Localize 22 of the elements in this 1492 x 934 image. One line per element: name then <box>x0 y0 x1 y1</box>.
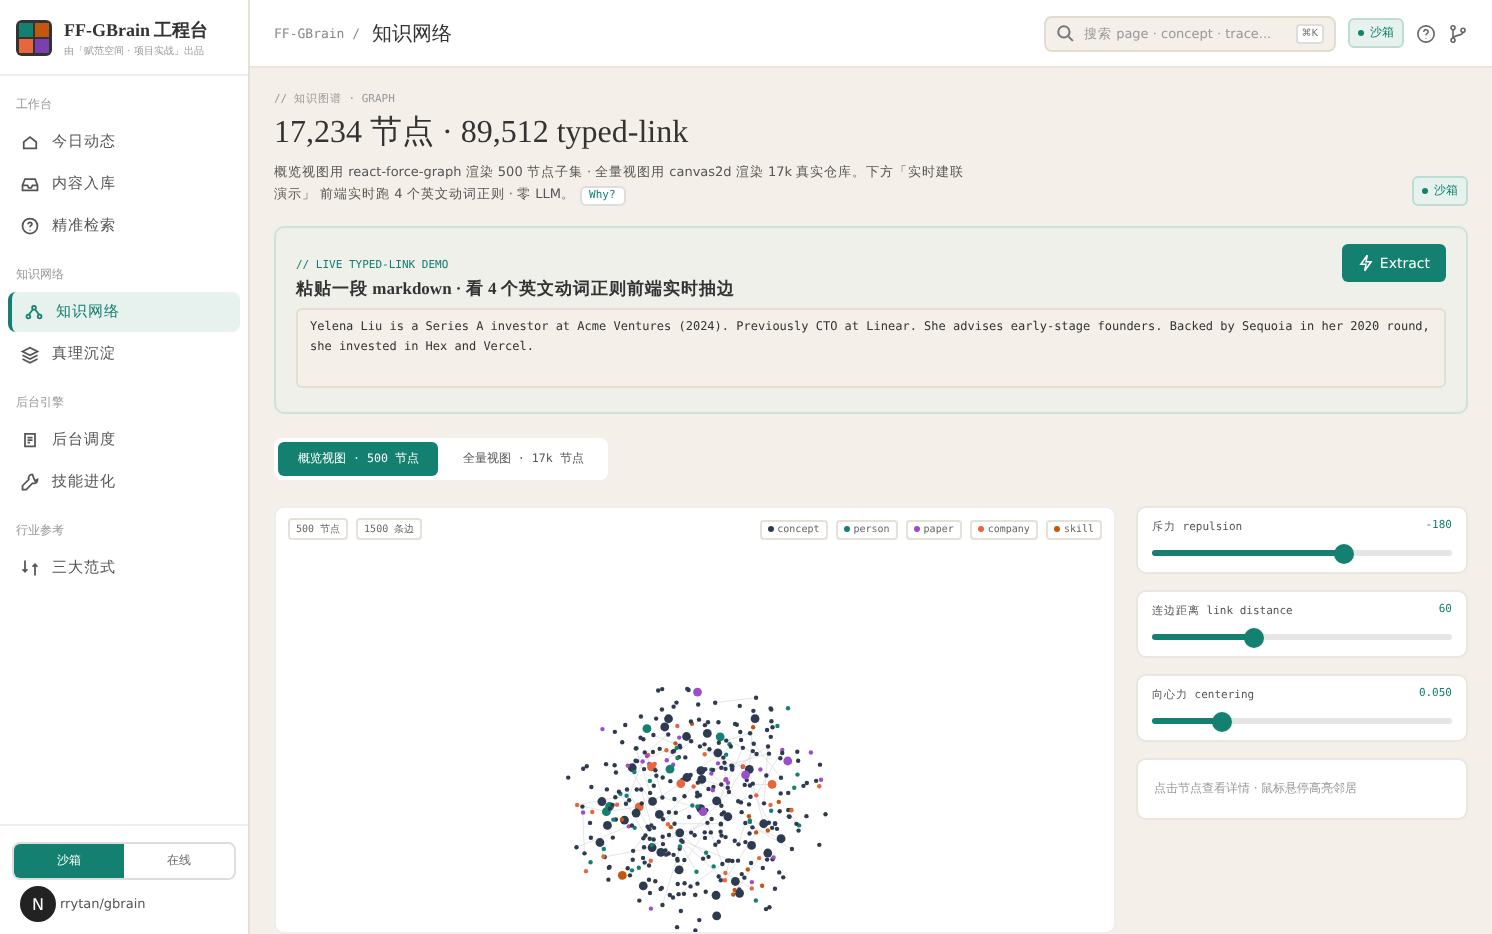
search-icon <box>1056 24 1074 42</box>
network-graph-drawing[interactable] <box>566 687 828 932</box>
lightning-icon <box>1357 254 1374 273</box>
swap-icon <box>20 558 40 578</box>
help-icon[interactable] <box>1416 23 1436 43</box>
page-title: 知识网络 <box>372 21 453 47</box>
branch-icon[interactable] <box>1448 23 1468 43</box>
help-icon <box>20 216 40 236</box>
inbox-icon <box>20 174 40 194</box>
demo-title: 粘贴一段 markdown · 看 4 个英文动词正则前端实时抽边 <box>296 278 735 303</box>
slider-thumb[interactable] <box>1244 627 1264 648</box>
network-icon <box>24 302 44 322</box>
document-icon <box>20 430 40 450</box>
slider-thumb[interactable] <box>1211 711 1231 732</box>
brand-name: FF-GBrain 工程台 <box>64 17 209 43</box>
slider-thumb[interactable] <box>1334 543 1354 564</box>
logo-icon <box>16 19 52 55</box>
layers-icon <box>20 344 40 364</box>
home-icon <box>20 132 40 152</box>
avatar[interactable]: N <box>20 886 56 922</box>
wrench-icon <box>20 472 40 492</box>
page-heading: 17,234 节点 · 89,512 typed-link <box>274 113 691 154</box>
